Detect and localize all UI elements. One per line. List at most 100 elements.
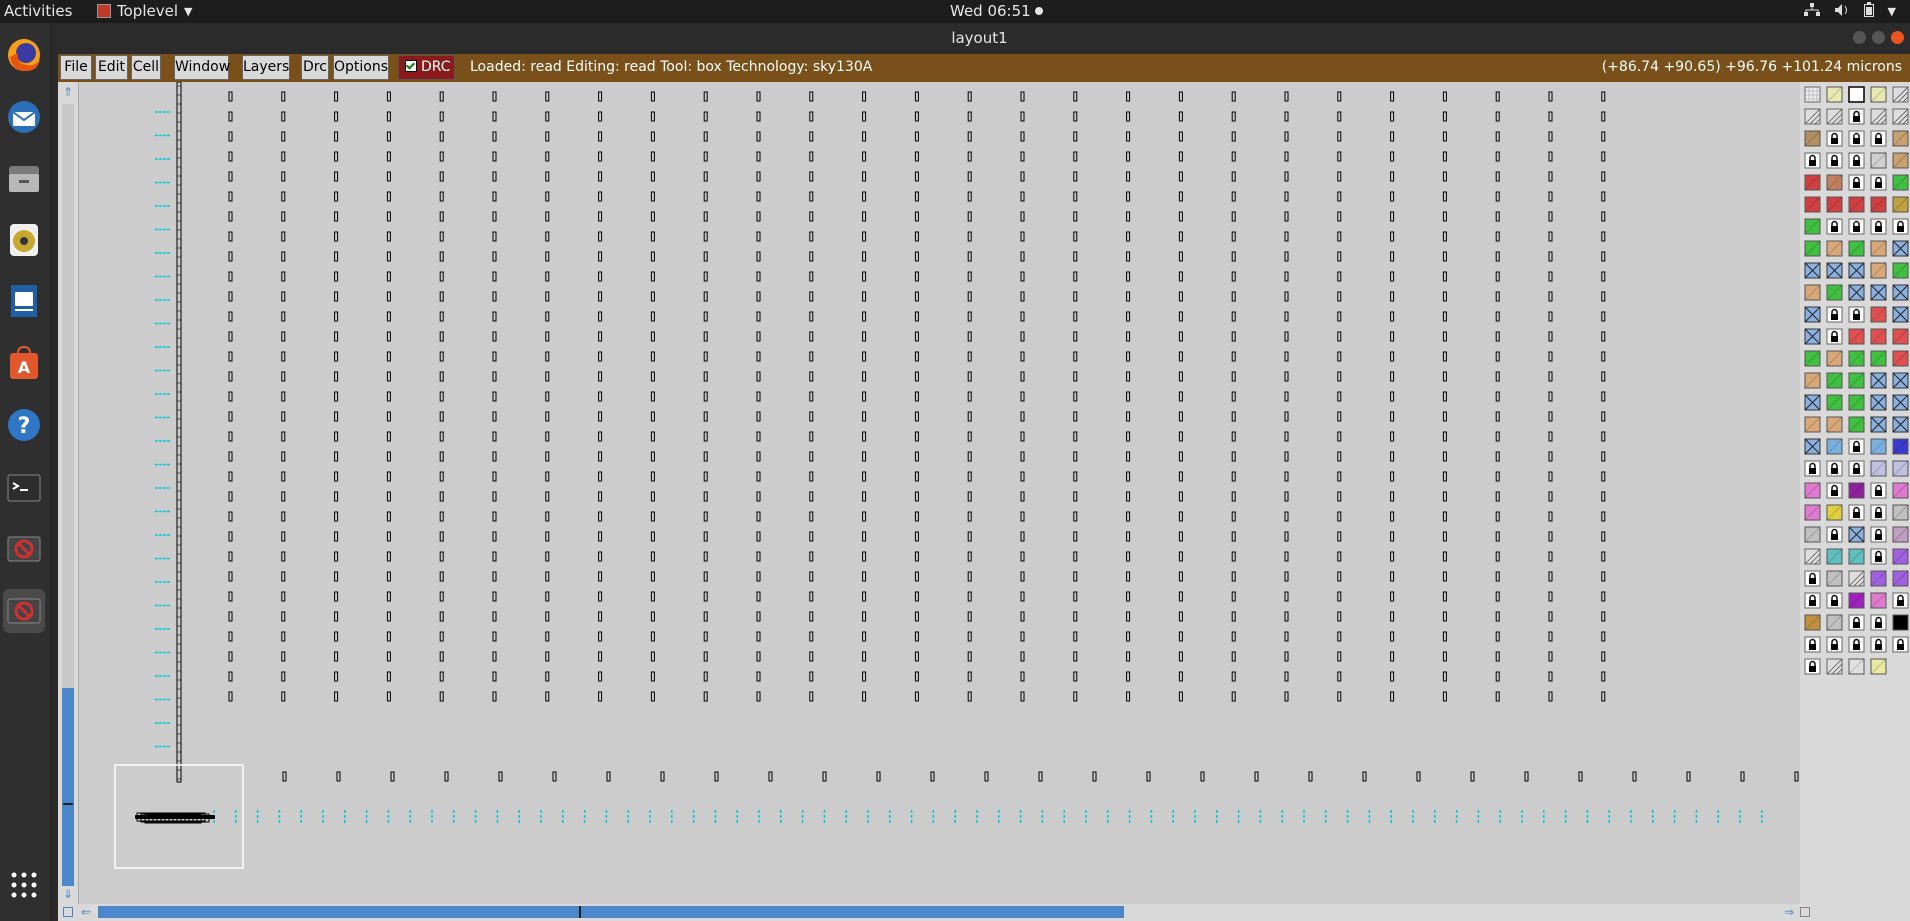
dock-item-tk-app[interactable] [3, 527, 45, 571]
menu-file[interactable]: File [60, 55, 92, 80]
dock-item-firefox[interactable] [3, 33, 45, 77]
layout-canvas[interactable] [79, 82, 1800, 904]
scroll-top-icon[interactable]: ⇑ [63, 86, 73, 98]
dock-item-software[interactable]: A [3, 341, 45, 385]
menu-edit[interactable]: Edit [95, 55, 128, 80]
power-menu-chevron-icon[interactable]: ▼ [1888, 5, 1896, 18]
layer-swatch [1848, 438, 1865, 455]
system-tray[interactable]: ▼ [1803, 2, 1896, 21]
contact-cell [1548, 291, 1553, 302]
zoom-box-icon[interactable] [63, 907, 73, 917]
contact-cell [1495, 271, 1500, 282]
dock-item-tk-app-active[interactable] [3, 589, 45, 633]
layer-swatch [1892, 636, 1909, 653]
vertical-scroll-thumb[interactable] [62, 688, 74, 886]
lock-icon [1831, 314, 1838, 320]
contact-cell [862, 331, 867, 342]
contact-cell [281, 571, 286, 582]
contact-cell [1337, 231, 1342, 242]
menu-cell[interactable]: Cell [131, 55, 161, 80]
clock[interactable]: Wed 06:51 [950, 2, 1043, 20]
contact-cell [1390, 571, 1395, 582]
contact-cell [703, 551, 708, 562]
menu-options[interactable]: Options [333, 55, 389, 80]
layer-swatch [1848, 526, 1865, 543]
scroll-bottom-icon[interactable]: ⇓ [63, 888, 73, 900]
contact-cell [545, 171, 550, 182]
layer-swatch [1848, 636, 1865, 653]
contact-cell [1231, 591, 1236, 602]
network-icon[interactable] [1803, 2, 1820, 21]
volume-icon[interactable] [1834, 3, 1850, 21]
contact-cell [1126, 351, 1131, 362]
contact-cell [1390, 151, 1395, 162]
contact-cell [334, 631, 339, 642]
contact-cell [1020, 191, 1025, 202]
layer-swatch [1870, 130, 1887, 147]
contact-cell [1337, 611, 1342, 622]
app-menu[interactable]: Toplevel ▼ [97, 2, 192, 20]
contact-cell [703, 351, 708, 362]
contact-cell [650, 371, 655, 382]
contact-cell [650, 431, 655, 442]
horizontal-scroll-thumb[interactable] [98, 906, 1124, 918]
contact-cell [492, 691, 497, 702]
contact-cell [1442, 531, 1447, 542]
dock-item-help[interactable]: ? [3, 403, 45, 447]
layout-drawing[interactable] [79, 82, 1800, 904]
contact-cell [862, 191, 867, 202]
show-applications-button[interactable] [3, 863, 45, 907]
contact-cell [1337, 451, 1342, 462]
menu-drc[interactable]: Drc [301, 55, 329, 80]
activities-button[interactable]: Activities [4, 2, 72, 20]
contact-cell [650, 611, 655, 622]
dock-item-thunderbird[interactable] [3, 95, 45, 139]
drc-toggle[interactable]: DRC [398, 55, 455, 80]
dock-item-files[interactable] [3, 156, 45, 200]
contact-cell [862, 291, 867, 302]
contact-cell [1126, 231, 1131, 242]
minimize-icon[interactable] [1853, 31, 1866, 44]
contact-cell [809, 291, 814, 302]
battery-icon[interactable] [1863, 2, 1874, 21]
close-icon[interactable] [1891, 31, 1904, 44]
contact-cell [1495, 211, 1500, 222]
contact-cell [1601, 331, 1606, 342]
layer-swatches[interactable] [1800, 82, 1910, 682]
contact-cell [545, 671, 550, 682]
contact-cell [703, 491, 708, 502]
contact-cell [1020, 531, 1025, 542]
contact-cell [334, 151, 339, 162]
contact-cell [1020, 691, 1025, 702]
layer-swatch [1826, 460, 1843, 477]
maximize-icon[interactable] [1872, 31, 1885, 44]
contact-cell [492, 611, 497, 622]
contact-cell [386, 231, 391, 242]
contact-cell [492, 551, 497, 562]
grid-dot [11, 882, 17, 888]
contact-cell [914, 171, 919, 182]
menu-window[interactable]: Window [174, 55, 230, 80]
scroll-right-icon[interactable]: ⇒ [1784, 906, 1794, 918]
contact-cell [1390, 131, 1395, 142]
menu-layers[interactable]: Layers [242, 55, 290, 80]
contact-cell [1686, 771, 1691, 782]
contact-cell [281, 651, 286, 662]
layer-palette[interactable] [1800, 82, 1910, 904]
contact-cell [967, 251, 972, 262]
contact-cell [914, 291, 919, 302]
dock-item-terminal[interactable] [3, 466, 45, 510]
lock-icon [1897, 600, 1904, 606]
dock-item-rhythmbox[interactable] [3, 218, 45, 262]
contact-cell [1390, 291, 1395, 302]
contact-cell [967, 211, 972, 222]
dock-item-writer[interactable] [3, 279, 45, 323]
contact-cell [390, 771, 395, 782]
contact-cell [1178, 431, 1183, 442]
layer-swatch [1892, 592, 1909, 609]
contact-cell [439, 91, 444, 102]
contact-cell [1442, 111, 1447, 122]
scroll-left-icon[interactable]: ⇐ [81, 906, 91, 918]
layer-swatch [1892, 108, 1909, 125]
contact-cell [1073, 171, 1078, 182]
